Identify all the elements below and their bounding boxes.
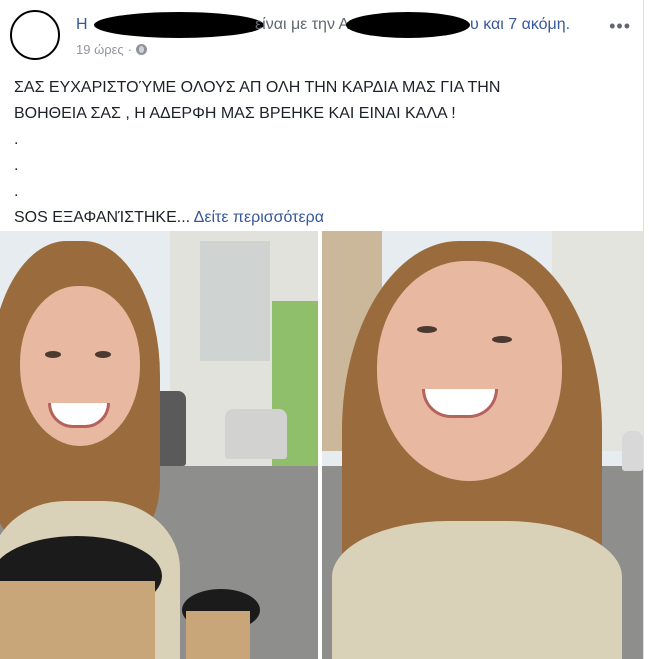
text-line: . [14,157,19,174]
text-line: ΣΑΣ ΕΥΧΑΡΙΣΤΟΎΜΕ ΟΛΟΥΣ ΑΠ ΟΛΗ ΤΗΝ ΚΑΡΔΙΑ… [14,79,501,96]
timestamp[interactable]: 19 ώρες [76,42,124,57]
post-photo-2[interactable] [322,231,643,659]
text-line: . [14,183,19,200]
photo-scene [0,231,318,659]
post-text: ΣΑΣ ΕΥΧΑΡΙΣΤΟΎΜΕ ΟΛΟΥΣ ΑΠ ΟΛΗ ΤΗΝ ΚΑΡΔΙΑ… [14,75,624,231]
globe-icon[interactable] [136,44,148,55]
ellipsis-icon[interactable]: ••• [609,16,631,37]
redaction-mark [346,12,470,38]
with-text: είναι με την Α [255,16,350,33]
see-more-link[interactable]: Δείτε περισσότερα [194,209,324,226]
tagged-others-link[interactable]: υ και 7 ακόμη. [470,16,570,34]
author-name-start[interactable]: H [76,16,88,34]
text-line: . [14,131,19,148]
facebook-post: H είναι με την Α υ και 7 ακόμη. 19 ώρες … [0,0,644,659]
text-line-last: SOS ΕΞΑΦΑΝΊΣΤΗΚΕ... Δείτε περισσότερα [14,205,624,231]
avatar[interactable] [10,10,60,60]
post-meta: 19 ώρες · [76,42,148,57]
truncated-text: SOS ΕΞΑΦΑΝΊΣΤΗΚΕ... [14,209,191,226]
text-line: ΒΟΗΘΕΙΑ ΣΑΣ , Η ΑΔΕΡΦΗ ΜΑΣ ΒΡΕΗΚΕ ΚΑΙ ΕΙ… [14,105,456,122]
redaction-mark [94,12,264,38]
post-photo-1[interactable] [0,231,318,659]
photo-scene [322,231,643,659]
